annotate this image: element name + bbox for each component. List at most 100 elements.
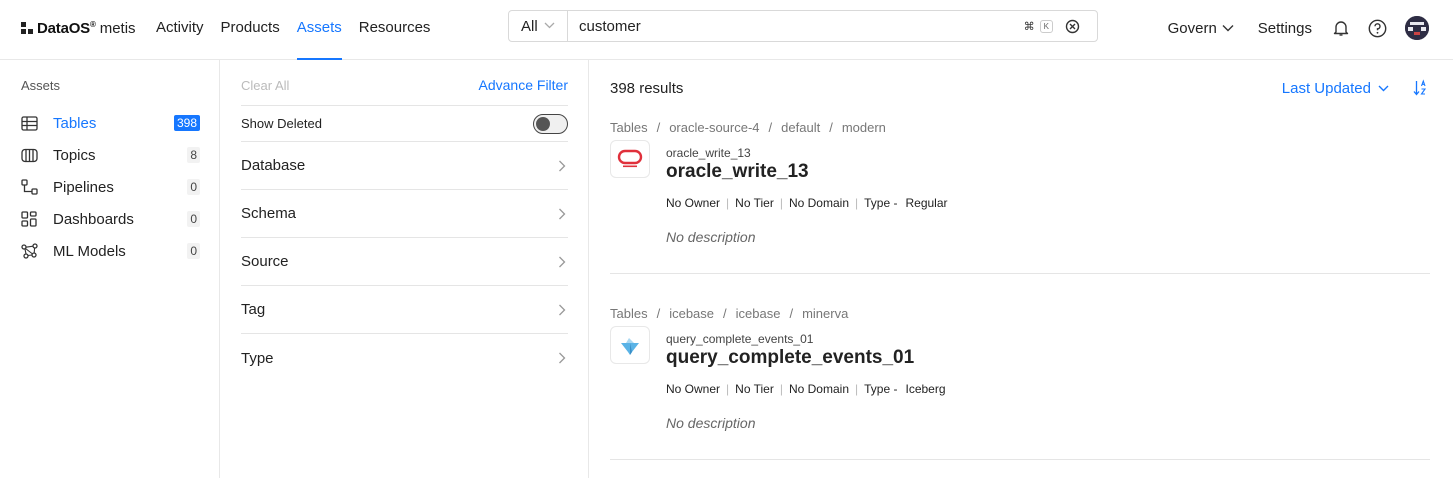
nav-products[interactable]: Products — [221, 0, 280, 60]
logo-mark-icon — [21, 21, 34, 35]
search-input[interactable] — [568, 11, 1024, 41]
top-header: DataOS® metis Activity Products Assets R… — [0, 0, 1453, 60]
topic-icon — [20, 146, 38, 164]
shortcut-mod: ⌘ — [1023, 20, 1035, 33]
nav-activity[interactable]: Activity — [156, 0, 204, 60]
clear-search-icon[interactable] — [1065, 11, 1085, 41]
breadcrumb-item[interactable]: minerva — [802, 306, 848, 321]
sidebar-item-label: Pipelines — [53, 178, 114, 196]
facet-tag[interactable]: Tag — [241, 286, 568, 334]
sidebar-item-count: 0 — [187, 179, 200, 195]
asset-description: No description — [666, 229, 756, 245]
facet-label: Database — [241, 157, 306, 174]
help-icon[interactable] — [1368, 19, 1387, 38]
type-value: Regular — [905, 196, 948, 210]
sidebar-item-label: ML Models — [53, 242, 126, 260]
clear-all-button[interactable]: Clear All — [241, 78, 289, 93]
logo-product: metis — [99, 19, 136, 37]
bell-icon[interactable] — [1332, 19, 1350, 37]
chevron-down-icon — [544, 20, 555, 32]
global-search: All ⌘ K — [508, 10, 1098, 42]
oracle-logo — [610, 140, 650, 178]
nav-assets[interactable]: Assets — [296, 0, 342, 60]
sidebar-item-label: Dashboards — [53, 210, 134, 228]
breadcrumb-item[interactable]: icebase — [669, 306, 714, 321]
settings-link[interactable]: Settings — [1258, 20, 1312, 37]
breadcrumb-item[interactable]: default — [781, 120, 820, 135]
chevron-right-icon — [559, 208, 566, 219]
facet-label: Schema — [241, 205, 297, 222]
sort-direction-icon[interactable] — [1413, 79, 1427, 100]
chevron-down-icon — [1378, 85, 1389, 92]
dashboard-icon — [20, 210, 38, 228]
sidebar-item-pipelines[interactable]: Pipelines 0 — [20, 174, 200, 200]
domain-value: No Domain — [788, 382, 849, 396]
breadcrumb-item[interactable]: modern — [842, 120, 886, 135]
sidebar-item-count: 398 — [173, 115, 200, 131]
owner-value: No Owner — [666, 382, 721, 396]
sidebar-title: Assets — [21, 78, 61, 93]
sort-select[interactable]: Last Updated — [1282, 80, 1389, 97]
facet-source[interactable]: Source — [241, 238, 568, 286]
show-deleted-row: Show Deleted — [241, 105, 568, 142]
show-deleted-label: Show Deleted — [241, 116, 322, 131]
ml-model-icon — [20, 242, 38, 260]
tier-value: No Tier — [735, 382, 774, 396]
shortcut-key: K — [1039, 19, 1053, 33]
sidebar-item-dashboards[interactable]: Dashboards 0 — [20, 206, 200, 232]
breadcrumb: Tables / oracle-source-4/ default / modern — [610, 120, 886, 135]
asset-title[interactable]: query_complete_events_01 — [666, 347, 914, 369]
chevron-right-icon — [559, 256, 566, 267]
iceberg-logo — [610, 326, 650, 364]
dataos-logo[interactable]: DataOS® metis — [21, 18, 136, 38]
logo-brand: DataOS® — [37, 19, 96, 37]
facet-label: Source — [241, 253, 289, 270]
facet-label: Type — [241, 349, 274, 367]
main-nav: Activity Products Assets Resources — [156, 0, 447, 60]
type-label: Type - — [864, 382, 898, 396]
facet-type[interactable]: Type — [241, 334, 568, 382]
sidebar-item-count: 8 — [187, 147, 200, 163]
asset-meta: No Owner | No Tier | No Domain | Type - Reg… — [666, 196, 948, 210]
search-scope-select[interactable]: All — [509, 11, 568, 41]
asset-meta: No Owner | No Tier | No Domain | Type - Ice… — [666, 382, 946, 396]
breadcrumb-item[interactable]: icebase — [736, 306, 781, 321]
breadcrumb-item[interactable]: oracle-source-4 — [669, 120, 759, 135]
avatar[interactable] — [1405, 16, 1429, 40]
filter-panel: Clear All Advance Filter Show Deleted Da… — [241, 60, 568, 478]
asset-title[interactable]: oracle_write_13 — [666, 161, 809, 183]
advance-filter-button[interactable]: Advance Filter — [479, 77, 568, 93]
facet-database[interactable]: Database — [241, 142, 568, 190]
chevron-right-icon — [559, 160, 566, 171]
chevron-down-icon — [1222, 25, 1234, 32]
asset-subtitle: oracle_write_13 — [666, 146, 751, 160]
type-label: Type - — [864, 196, 898, 210]
asset-type-sidebar: Assets Tables 398 Topics 8 Pipelines 0 D… — [0, 60, 220, 478]
owner-value: No Owner — [666, 196, 721, 210]
table-icon — [20, 114, 38, 132]
result-card: Tables / oracle-source-4/ default / modern… — [610, 120, 1430, 274]
asset-description: No description — [666, 415, 756, 431]
govern-menu[interactable]: Govern — [1168, 20, 1234, 37]
breadcrumb: Tables / icebase / icebase / minerva — [610, 306, 849, 321]
asset-subtitle: query_complete_events_01 — [666, 332, 814, 346]
show-deleted-toggle[interactable] — [533, 113, 568, 134]
breadcrumb-item[interactable]: Tables — [610, 306, 648, 321]
results-count: 398 results — [610, 80, 684, 97]
sidebar-item-tables[interactable]: Tables 398 — [20, 110, 200, 136]
sidebar-item-label: Tables — [53, 114, 97, 132]
header-actions: Govern Settings — [1168, 0, 1429, 56]
sidebar-item-label: Topics — [53, 146, 96, 164]
sidebar-item-ml-models[interactable]: ML Models 0 — [20, 238, 200, 264]
sort-label: Last Updated — [1281, 80, 1371, 97]
pipeline-icon — [20, 178, 38, 196]
breadcrumb-item[interactable]: Tables — [610, 120, 648, 135]
facet-schema[interactable]: Schema — [241, 190, 568, 238]
type-value: Iceberg — [905, 382, 946, 396]
sidebar-item-count: 0 — [187, 243, 200, 259]
facet-label: Tag — [241, 301, 266, 318]
result-card: Tables / icebase / icebase / minerva query_… — [610, 306, 1430, 460]
sidebar-item-topics[interactable]: Topics 8 — [20, 142, 200, 168]
search-scope-value: All — [521, 17, 538, 35]
nav-resources[interactable]: Resources — [359, 0, 431, 60]
